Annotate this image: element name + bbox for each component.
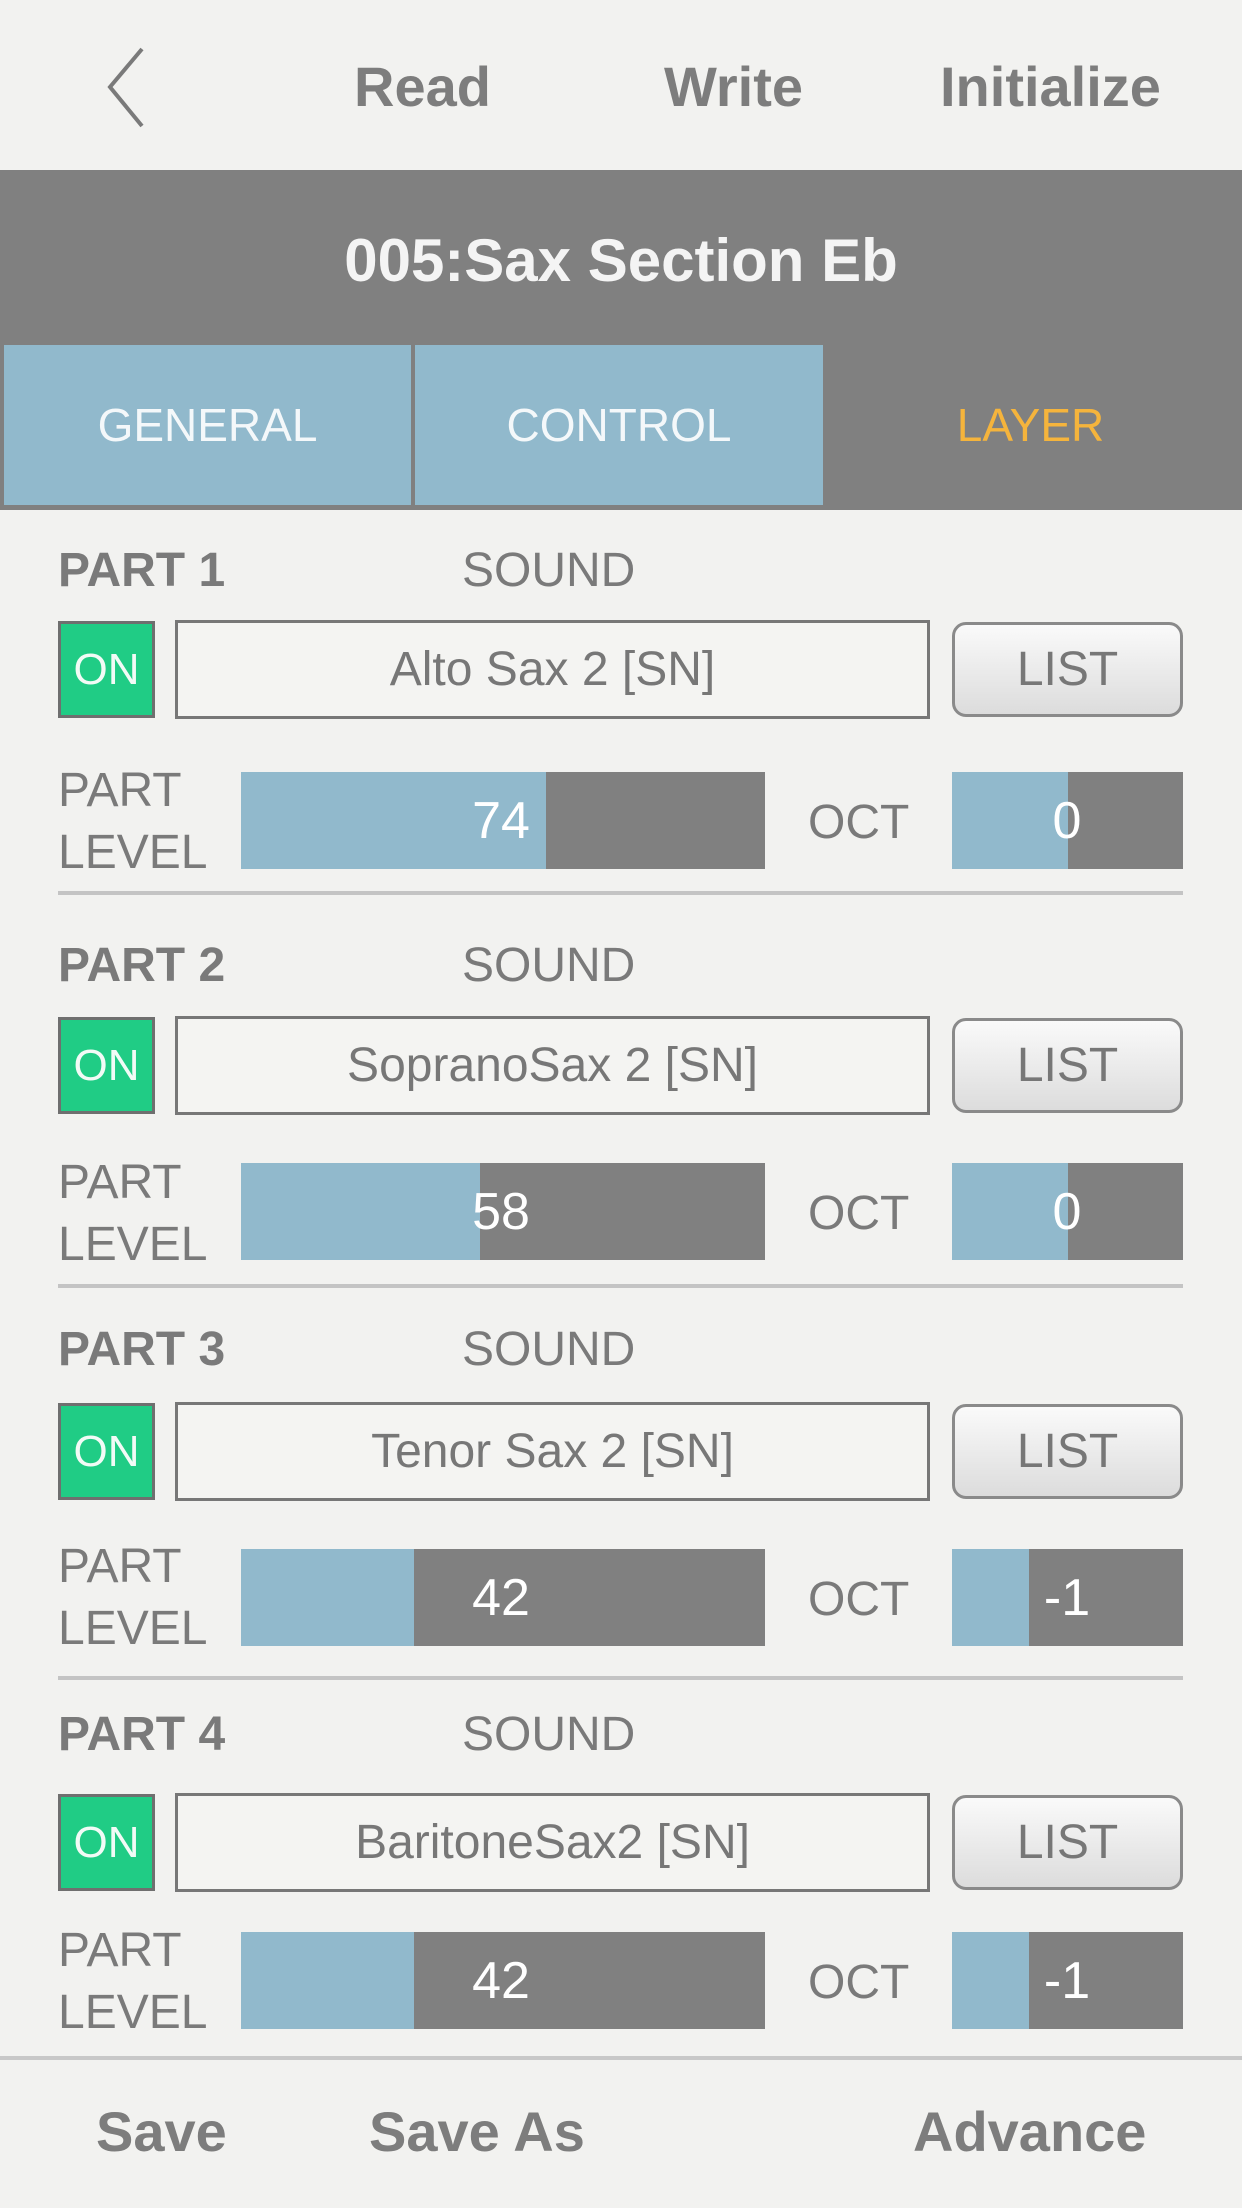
part-on-toggle[interactable]: ON: [58, 1794, 155, 1891]
part-title: PART 1: [58, 544, 226, 597]
octave-value: 0: [1052, 791, 1082, 850]
part-level-label-line2: LEVEL: [58, 826, 208, 879]
sound-name-field[interactable]: BaritoneSax2 [SN]: [175, 1793, 930, 1892]
chevron-left-icon: [107, 47, 144, 128]
part-level-label: PART LEVEL: [58, 1920, 207, 2044]
sound-label: SOUND: [462, 1708, 636, 1761]
part-on-toggle[interactable]: ON: [58, 1403, 155, 1500]
list-button[interactable]: LIST: [952, 622, 1183, 717]
tab-control[interactable]: CONTROL: [415, 345, 823, 505]
part-level-label: PART LEVEL: [58, 1536, 207, 1660]
list-button[interactable]: LIST: [952, 1404, 1183, 1499]
part-level-slider[interactable]: 42: [241, 1932, 765, 2029]
sound-label: SOUND: [462, 544, 636, 597]
read-button[interactable]: Read: [354, 55, 491, 119]
part-level-slider[interactable]: 58: [241, 1163, 765, 1260]
octave-fill: [952, 1932, 1029, 2029]
part-level-label-line2: LEVEL: [58, 1602, 208, 1655]
list-button[interactable]: LIST: [952, 1795, 1183, 1890]
part-level-fill: [241, 1932, 415, 2029]
list-button[interactable]: LIST: [952, 1018, 1183, 1113]
part-level-fill: [241, 1549, 415, 1646]
oct-label: OCT: [808, 1956, 910, 2009]
octave-value: -1: [1043, 1568, 1091, 1627]
patch-title-band: 005:Sax Section Eb: [0, 170, 1242, 345]
tab-layer[interactable]: LAYER: [823, 345, 1238, 505]
patch-title: 005:Sax Section Eb: [344, 227, 898, 294]
bottom-bar-divider: [0, 2056, 1242, 2060]
oct-label: OCT: [808, 1573, 910, 1626]
oct-label: OCT: [808, 796, 910, 849]
part-level-label-line1: PART: [58, 1540, 182, 1593]
octave-slider[interactable]: -1: [952, 1932, 1183, 2029]
part-title: PART 3: [58, 1323, 226, 1376]
part-level-value: 74: [472, 791, 530, 850]
sound-name-field[interactable]: Alto Sax 2 [SN]: [175, 620, 930, 719]
sound-label: SOUND: [462, 939, 636, 992]
part-divider: [58, 1284, 1183, 1288]
top-bar: Read Write Initialize: [0, 0, 1242, 170]
tab-bar: GENERAL CONTROL LAYER: [0, 345, 1242, 510]
part-level-label-line1: PART: [58, 1924, 182, 1977]
part-level-label: PART LEVEL: [58, 1152, 207, 1276]
sound-name-field[interactable]: SopranoSax 2 [SN]: [175, 1016, 930, 1115]
octave-slider[interactable]: 0: [952, 1163, 1183, 1260]
back-button[interactable]: [100, 45, 160, 130]
tab-general[interactable]: GENERAL: [4, 345, 411, 505]
part-level-value: 42: [472, 1568, 530, 1627]
part-level-label-line1: PART: [58, 1156, 182, 1209]
part-on-toggle[interactable]: ON: [58, 621, 155, 718]
part-level-value: 58: [472, 1182, 530, 1241]
part-level-label: PART LEVEL: [58, 760, 207, 884]
octave-value: 0: [1052, 1182, 1082, 1241]
write-button[interactable]: Write: [664, 55, 803, 119]
part-level-slider[interactable]: 74: [241, 772, 765, 869]
part-level-slider[interactable]: 42: [241, 1549, 765, 1646]
sound-name-field[interactable]: Tenor Sax 2 [SN]: [175, 1402, 930, 1501]
octave-value: -1: [1043, 1951, 1091, 2010]
part-divider: [58, 891, 1183, 895]
part-on-toggle[interactable]: ON: [58, 1017, 155, 1114]
part-level-label-line2: LEVEL: [58, 1986, 208, 2039]
save-as-button[interactable]: Save As: [369, 2100, 585, 2164]
octave-fill: [952, 1549, 1029, 1646]
part-title: PART 4: [58, 1708, 226, 1761]
advance-button[interactable]: Advance: [913, 2100, 1146, 2164]
part-level-label-line1: PART: [58, 764, 182, 817]
part-title: PART 2: [58, 939, 226, 992]
initialize-button[interactable]: Initialize: [940, 55, 1161, 119]
sound-label: SOUND: [462, 1323, 636, 1376]
part-divider: [58, 1676, 1183, 1680]
part-level-label-line2: LEVEL: [58, 1218, 208, 1271]
octave-slider[interactable]: -1: [952, 1549, 1183, 1646]
part-level-value: 42: [472, 1951, 530, 2010]
save-button[interactable]: Save: [96, 2100, 227, 2164]
oct-label: OCT: [808, 1187, 910, 1240]
octave-slider[interactable]: 0: [952, 772, 1183, 869]
